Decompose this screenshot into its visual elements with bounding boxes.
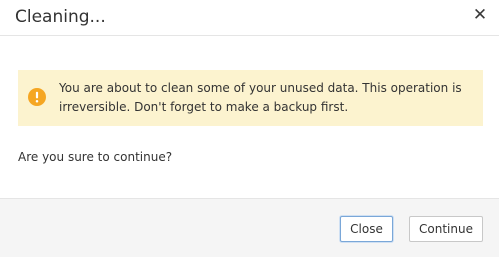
- warning-alert: You are about to clean some of your unus…: [18, 70, 483, 126]
- dialog-footer: Close Continue: [0, 198, 499, 257]
- confirmation-question: Are you sure to continue?: [18, 150, 173, 164]
- close-icon[interactable]: ✕: [471, 5, 489, 25]
- alert-message: You are about to clean some of your unus…: [59, 81, 462, 114]
- dialog-header: Cleaning... ✕: [0, 0, 499, 36]
- close-button[interactable]: Close: [340, 216, 393, 242]
- dialog-title: Cleaning...: [15, 7, 106, 27]
- continue-button[interactable]: Continue: [409, 216, 483, 242]
- cleaning-dialog: Cleaning... ✕ You are about to clean som…: [0, 0, 499, 257]
- exclamation-circle-icon: [28, 88, 46, 106]
